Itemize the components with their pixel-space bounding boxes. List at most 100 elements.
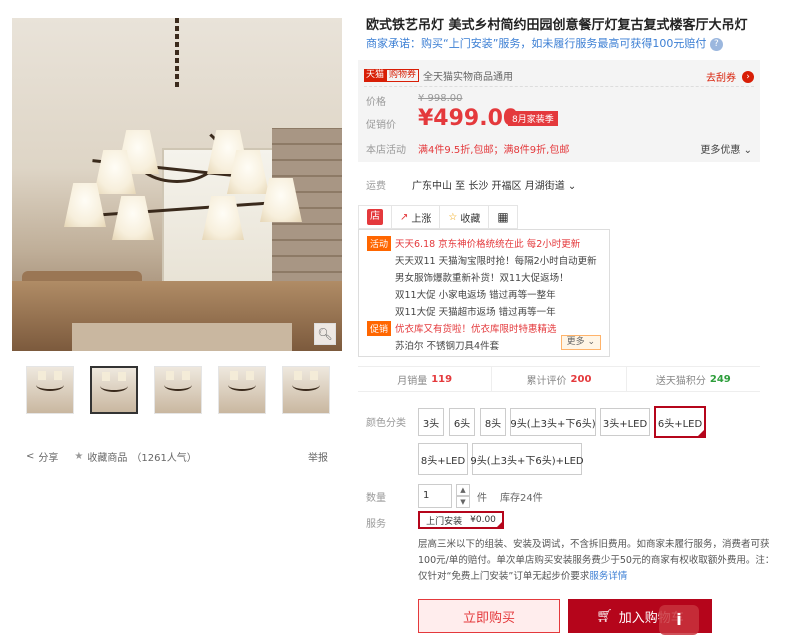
activity-link[interactable]: 男女服饰爆款重新补货！双11大促返场！ bbox=[395, 270, 569, 284]
divider bbox=[364, 86, 754, 87]
sku-option[interactable]: 9头(上3头+下6头)+LED bbox=[470, 443, 584, 475]
thumbnail-2[interactable] bbox=[90, 366, 138, 414]
service-description: 层高三米以下的组装、安装及调试，不含拆旧费用。如商家未履行服务，消费者可获100… bbox=[418, 537, 778, 585]
merchant-promise-text: 商家承诺：购买“上门安装”服务，如未履行服务最高可获得100元赔付 bbox=[366, 37, 707, 50]
more-offers-dropdown[interactable]: 更多优惠 ⌄ bbox=[700, 141, 752, 156]
tmall-tag: 天猫 bbox=[364, 69, 387, 82]
chandelier-chain bbox=[175, 18, 179, 88]
more-activities-button[interactable]: 更多 ⌄ bbox=[560, 335, 601, 350]
promo-badge: 促销 bbox=[367, 321, 392, 336]
promo-price-label: 促销价 bbox=[366, 120, 396, 131]
tmall-points-value: 249 bbox=[709, 373, 731, 385]
install-service-option[interactable]: 上门安装 ¥0.00 bbox=[418, 511, 504, 529]
product-title: 欧式铁艺吊灯 美式乡村简约田园创意餐厅灯复古复式楼客厅大吊灯 bbox=[366, 18, 748, 33]
share-icon: < bbox=[26, 451, 35, 462]
activity-link[interactable]: 双11大促 天猫超市返场 错过再等一年 bbox=[395, 304, 556, 318]
sku-option[interactable]: 9头(上3头+下6头) bbox=[510, 408, 596, 436]
shipping-label: 运费 bbox=[366, 181, 386, 192]
install-service-price: ¥0.00 bbox=[470, 515, 496, 525]
more-offers-label: 更多优惠 bbox=[700, 145, 741, 156]
thumbnail-chandelier-image bbox=[164, 371, 192, 392]
tmall-points: 送天猫积分 249 bbox=[627, 367, 760, 391]
thumbnail-chandelier-image bbox=[100, 371, 128, 392]
quantity-label: 数量 bbox=[366, 493, 386, 504]
shop-tab[interactable]: 店 bbox=[359, 206, 392, 228]
tmall-points-label: 送天猫积分 bbox=[655, 375, 706, 387]
thumbnail-3[interactable] bbox=[154, 366, 202, 414]
price-up-tab[interactable]: ↗ 上涨 bbox=[392, 206, 441, 228]
color-option-label: 颜色分类 bbox=[366, 418, 406, 429]
coupon-row: 天猫 购物券 全天猫实物商品通用 bbox=[364, 68, 513, 83]
share-link[interactable]: < 分享 bbox=[26, 449, 58, 464]
chevron-down-icon: ⌄ bbox=[743, 145, 752, 156]
service-detail-link[interactable]: 服务详情 bbox=[589, 571, 627, 582]
favorite-label: 收藏商品 bbox=[87, 453, 128, 464]
activity-link[interactable]: 双11大促 小家电返场 错过再等一整年 bbox=[395, 287, 556, 301]
favorite-tab[interactable]: ☆ 收藏 bbox=[440, 206, 490, 228]
total-reviews-value: 200 bbox=[570, 373, 592, 385]
quantity-increase-button[interactable]: ▲ bbox=[456, 484, 470, 496]
sku-option-selected[interactable]: 6头+LED bbox=[654, 406, 706, 438]
watermark-logo-icon: i bbox=[659, 605, 699, 635]
main-product-image[interactable]: 🔍︎ bbox=[12, 18, 342, 351]
thumbnail-chandelier-image bbox=[292, 371, 320, 392]
more-activities-label: 更多 bbox=[566, 337, 585, 347]
sales-stats: 月销量 119 累计评价 200 送天猫积分 249 bbox=[358, 366, 760, 392]
activity-link[interactable]: 天天双11 天猫淘宝限时抢！每隔2小时自动更新 bbox=[395, 253, 597, 267]
stock-count: 库存24件 bbox=[500, 493, 543, 504]
thumbnail-1[interactable] bbox=[26, 366, 74, 414]
qr-code-icon: ▦ bbox=[497, 210, 509, 224]
quantity-input[interactable]: 1 bbox=[418, 484, 452, 508]
favorite-tab-label: 收藏 bbox=[460, 213, 481, 225]
share-favorite-row: < 分享 ★ 收藏商品 （1261人气） 举报 bbox=[26, 449, 328, 464]
store-activity-offer: 满4件9.5折,包邮；满8件9折,包邮 bbox=[418, 145, 570, 156]
sku-option[interactable]: 6头 bbox=[449, 408, 475, 436]
thumbnail-4[interactable] bbox=[218, 366, 266, 414]
total-reviews[interactable]: 累计评价 200 bbox=[492, 367, 627, 391]
shipping-destination[interactable]: 广东中山 至 长沙 开福区 月湖街道 ⌄ bbox=[412, 177, 576, 192]
share-label: 分享 bbox=[38, 453, 59, 464]
favorite-link[interactable]: ★ 收藏商品 （1261人气） bbox=[74, 449, 196, 464]
quantity-unit: 件 bbox=[477, 493, 487, 504]
buy-now-button[interactable]: 立即购买 bbox=[418, 599, 560, 633]
report-link[interactable]: 举报 bbox=[308, 449, 328, 464]
coupon-tag: 购物券 bbox=[386, 69, 420, 82]
arrow-right-icon: › bbox=[742, 70, 754, 83]
zoom-search-icon[interactable]: 🔍︎ bbox=[314, 323, 336, 345]
thumbnail-chandelier-image bbox=[36, 371, 64, 392]
background-rug bbox=[72, 323, 292, 351]
shop-icon: 店 bbox=[367, 209, 383, 225]
promo-link[interactable]: 优衣库又有货啦！优衣库限时特惠精选 bbox=[395, 321, 557, 335]
monthly-sales-value: 119 bbox=[431, 373, 453, 385]
promo-link[interactable]: 苏泊尔 不锈钢刀具4件套 bbox=[395, 338, 499, 352]
quantity-decrease-button[interactable]: ▼ bbox=[456, 496, 470, 508]
trend-up-icon: ↗ bbox=[400, 211, 409, 223]
chevron-down-icon: ⌄ bbox=[567, 181, 577, 192]
install-service-name: 上门安装 bbox=[426, 516, 463, 527]
activity-panel: 活动 天天6.18 京东神价格统统在此 每2小时更新 天天双11 天猫淘宝限时抢… bbox=[358, 229, 610, 357]
activity-link[interactable]: 天天6.18 京东神价格统统在此 每2小时更新 bbox=[395, 236, 580, 250]
quantity-stepper: ▲ ▼ bbox=[456, 484, 470, 508]
coupon-text: 全天猫实物商品通用 bbox=[423, 72, 514, 83]
go-coupon-link[interactable]: 去刮券 › bbox=[706, 69, 754, 84]
sku-option[interactable]: 3头+LED bbox=[600, 408, 650, 436]
sku-option[interactable]: 8头+LED bbox=[418, 443, 468, 475]
question-icon[interactable]: ? bbox=[709, 37, 723, 51]
merchant-promise[interactable]: 商家承诺：购买“上门安装”服务，如未履行服务最高可获得100元赔付 ? bbox=[366, 35, 723, 51]
sku-option[interactable]: 3头 bbox=[418, 408, 444, 436]
star-outline-icon: ☆ bbox=[448, 211, 458, 223]
qr-code-tab[interactable]: ▦ bbox=[489, 206, 516, 228]
price-label: 价格 bbox=[366, 97, 386, 108]
promo-price: ¥499.00 bbox=[418, 106, 519, 131]
store-activity-label: 本店活动 bbox=[366, 145, 406, 156]
star-icon: ★ bbox=[74, 451, 84, 462]
thumbnail-chandelier-image bbox=[228, 371, 256, 392]
lamp-shade bbox=[112, 196, 154, 240]
original-price: ¥ 998.00 bbox=[418, 93, 463, 104]
promo-tag: 8月家装季 bbox=[508, 111, 558, 126]
activity-badge: 活动 bbox=[367, 236, 392, 251]
shipping-value: 广东中山 至 长沙 开福区 月湖街道 bbox=[412, 181, 565, 192]
service-label: 服务 bbox=[366, 519, 386, 530]
thumbnail-5[interactable] bbox=[282, 366, 330, 414]
sku-option[interactable]: 8头 bbox=[480, 408, 506, 436]
